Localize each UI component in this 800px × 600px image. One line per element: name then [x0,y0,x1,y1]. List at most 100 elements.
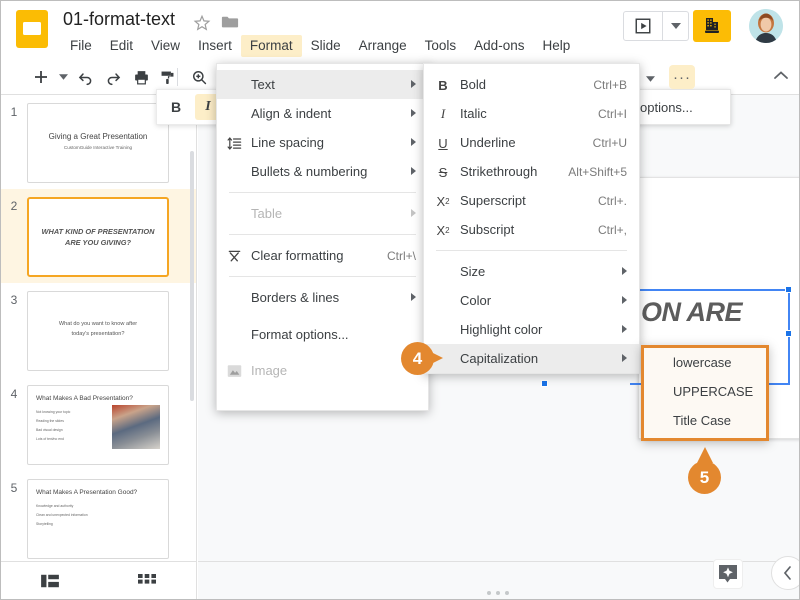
submenu-item-label: Strikethrough [460,164,538,179]
capitalization-uppercase[interactable]: UPPERCASE [644,377,766,406]
filmstrip-view-icon[interactable] [1,573,99,589]
filmstrip-scrollbar[interactable] [190,151,194,401]
capitalization-title-case[interactable]: Title Case [644,406,766,435]
capitalization-submenu[interactable]: lowercase UPPERCASE Title Case [641,345,769,441]
submenu-item-strikethrough[interactable]: S Strikethrough Alt+Shift+5 [424,157,639,186]
star-outline-icon[interactable] [193,14,211,32]
submenu-item-shortcut: Alt+Shift+5 [568,164,627,179]
format-options-popup: options... [631,89,731,125]
menu-item-label: Align & indent [251,106,332,121]
submenu-item-subscript[interactable]: X2 Subscript Ctrl+, [424,215,639,244]
format-menu-dropdown[interactable]: Text Align & indent Line spacing Bullets… [216,63,429,411]
thumb-title: What Makes A Presentation Good? [36,489,138,496]
collapse-toolbar-icon[interactable] [773,67,789,85]
submenu-item-bold[interactable]: B Bold Ctrl+B [424,70,639,99]
folder-icon[interactable] [221,14,239,30]
menu-item-align-indent[interactable]: Align & indent [217,99,428,128]
thumb-bullets: Not knowing your topic Reading the slide… [36,408,70,443]
line-spacing-icon [225,134,243,152]
menu-file[interactable]: File [61,35,101,57]
bold-icon: B [438,77,448,93]
menu-separator [229,192,416,193]
menu-item-format-options[interactable]: Format options... [217,312,428,356]
chevron-right-icon [411,209,416,217]
new-slide-button[interactable] [29,65,53,89]
underline-icon: U [438,135,448,151]
user-avatar[interactable] [749,9,783,43]
submenu-item-color[interactable]: Color [424,286,639,315]
menu-arrange[interactable]: Arrange [350,35,416,57]
submenu-item-shortcut: Ctrl+, [597,222,627,237]
submenu-item-label: Size [460,264,486,279]
thumb-bullet: Knowledge and authority [36,504,74,508]
submenu-item-underline[interactable]: U Underline Ctrl+U [424,128,639,157]
paint-format-button[interactable] [155,65,179,89]
menu-help[interactable]: Help [533,35,579,57]
menu-slide[interactable]: Slide [302,35,350,57]
text-submenu-dropdown[interactable]: B Bold Ctrl+B I Italic Ctrl+I U Underlin… [423,63,640,374]
present-button[interactable] [624,12,662,40]
undo-button[interactable] [73,65,97,89]
present-dropdown-caret[interactable] [662,12,688,40]
menu-view[interactable]: View [142,35,189,57]
slide-thumbnail-4[interactable]: 4 What Makes A Bad Presentation? Not kno… [1,377,196,471]
grid-view-icon[interactable] [99,574,197,588]
menu-format[interactable]: Format [240,35,302,57]
submenu-item-capitalization[interactable]: Capitalization [424,344,639,373]
slide-thumbnail-2[interactable]: 2 WHAT KIND OF PRESENTATION ARE YOU GIVI… [1,189,196,283]
bold-button[interactable]: B [163,94,189,120]
submenu-item-size[interactable]: Size [424,257,639,286]
more-options-button[interactable]: ··· [669,65,695,89]
toolbar-overflow-caret-icon[interactable] [646,69,655,87]
slide-thumbnail-3[interactable]: 3 What do you want to know after today's… [1,283,196,377]
google-slides-logo [15,9,49,49]
slide-thumbnail-5[interactable]: 5 What Makes A Presentation Good? Knowle… [1,471,196,561]
menu-item-line-spacing[interactable]: Line spacing [217,128,428,157]
chevron-right-icon [411,293,416,301]
selection-handle[interactable] [785,286,792,293]
callout-badge-4: 4 [401,342,443,375]
menu-item-bullets-numbering[interactable]: Bullets & numbering [217,157,428,186]
redo-button[interactable] [101,65,125,89]
menu-tools[interactable]: Tools [416,35,466,57]
menu-item-borders-lines[interactable]: Borders & lines [217,283,428,312]
horizontal-scroll-dots[interactable] [487,591,509,595]
menu-edit[interactable]: Edit [101,35,142,57]
zoom-button[interactable] [187,65,211,89]
submenu-item-italic[interactable]: I Italic Ctrl+I [424,99,639,128]
submenu-item-label: Bold [460,77,487,92]
superscript-icon: X2 [436,193,450,209]
share-button[interactable] [693,10,731,42]
menu-item-label: Table [251,206,283,221]
menu-item-label: Image [251,363,288,378]
document-title[interactable]: 01-format-text [63,9,175,30]
new-slide-caret-icon[interactable] [51,65,75,89]
thumb-title: Giving a Great Presentation [48,132,148,141]
selection-handle[interactable] [785,330,792,337]
slide-number: 4 [10,387,18,401]
explore-icon[interactable] [713,559,743,589]
menu-item-clear-formatting[interactable]: Clear formatting Ctrl+\ [217,241,428,270]
collapse-sidepanel-icon[interactable] [771,556,799,590]
capitalization-lowercase[interactable]: lowercase [644,348,766,377]
selection-handle[interactable] [541,380,548,387]
menu-addons[interactable]: Add-ons [465,35,533,57]
italic-icon: I [440,106,446,121]
chevron-right-icon [622,296,627,304]
menu-separator [229,234,416,235]
submenu-item-shortcut: Ctrl+U [592,135,627,150]
chevron-right-icon [411,80,416,88]
thumb-title: What do you want to know after today's p… [58,321,138,337]
slide-thumb-body: What do you want to know after today's p… [27,291,169,371]
slide-thumb-body: What Makes A Bad Presentation? Not knowi… [27,385,169,465]
submenu-item-highlight-color[interactable]: Highlight color [424,315,639,344]
submenu-item-label: Italic [460,106,487,121]
submenu-item-label: Color [460,293,492,308]
menu-item-text[interactable]: Text [217,70,428,99]
submenu-item-superscript[interactable]: X2 Superscript Ctrl+. [424,186,639,215]
menu-item-table: Table [217,199,428,228]
print-button[interactable] [129,65,153,89]
menu-insert[interactable]: Insert [189,35,241,57]
slide-filmstrip[interactable]: 1 Giving a Great Presentation CustomGuid… [1,95,197,561]
submenu-item-label: Highlight color [460,322,543,337]
